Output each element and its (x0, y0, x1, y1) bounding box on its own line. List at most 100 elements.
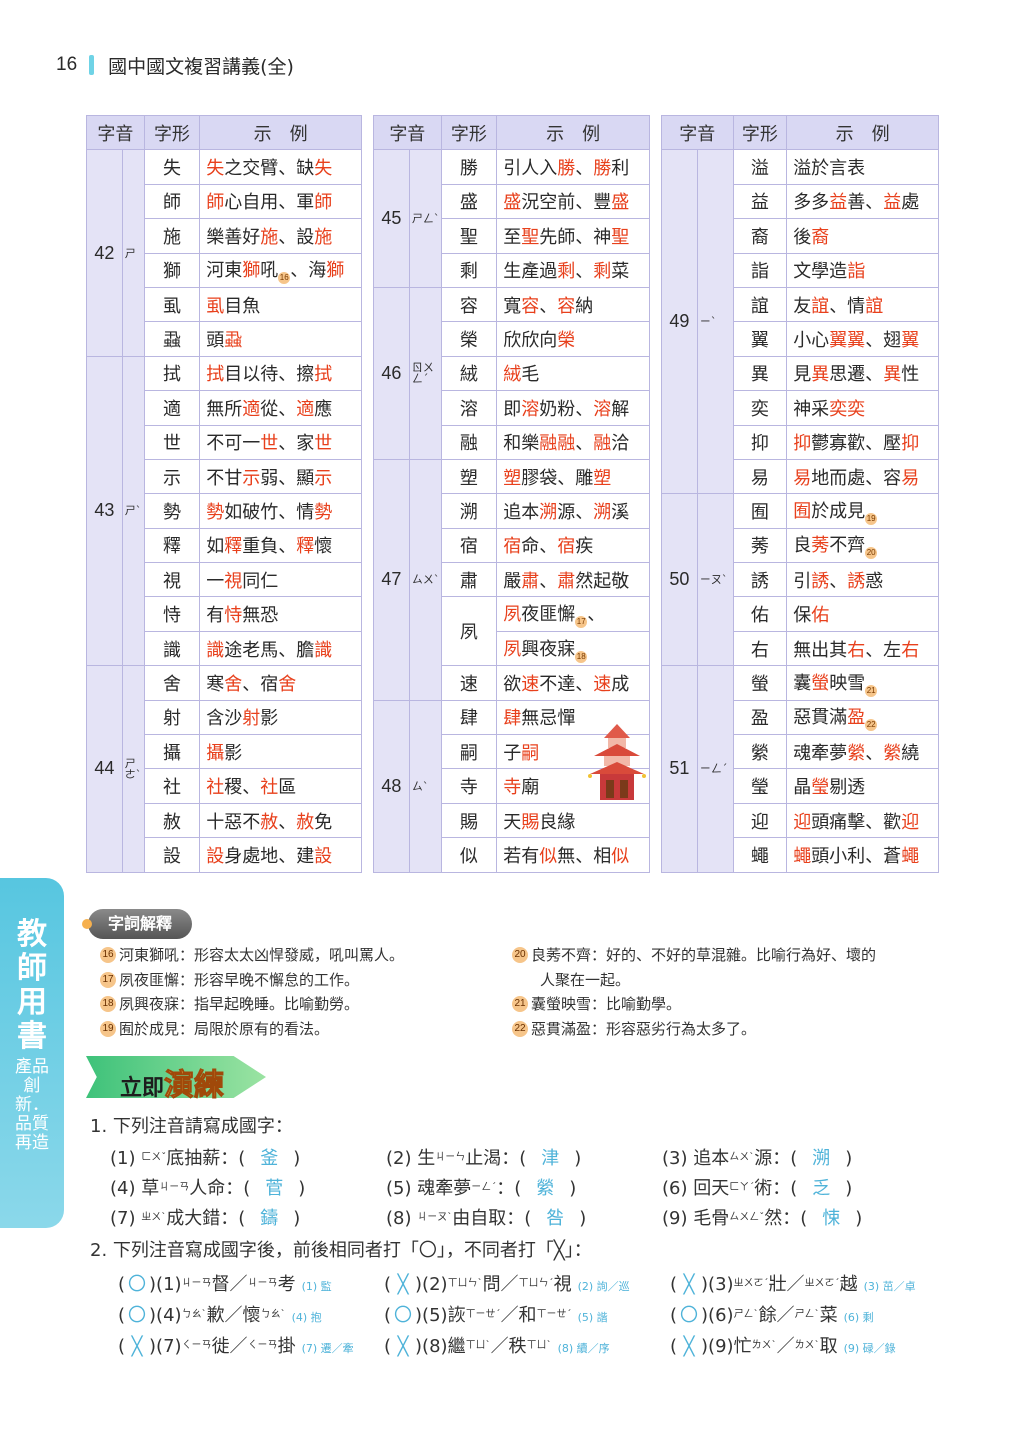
example-text: 不可一 (206, 433, 261, 455)
target-char: 誼 (811, 295, 830, 317)
zhuyin-reading: ㄑㄧㄢ (247, 1340, 278, 1351)
char-form: 速 (440, 665, 498, 701)
q1-item: (9) 毛骨ㄙㄨㄥˇ然：(悚) (662, 1204, 862, 1230)
target-char: 攝 (206, 742, 225, 764)
header-pronunciation: 字音 (661, 114, 734, 151)
zhuyin-reading: ㄅㄠˋ (260, 1309, 286, 1320)
q1-title: 1. 下列注音請寫成國字： (90, 1116, 293, 1137)
char-form: 舍 (143, 665, 201, 701)
target-char: 拭 (206, 364, 225, 386)
example-cell: 囿於成見 19 (786, 493, 939, 529)
example-text: 頭小利、蒼 (811, 845, 902, 867)
example-cell: 攝影 (199, 734, 362, 770)
zhuyin-reading: ㄓㄨˋ (141, 1212, 167, 1223)
group-zhuyin: ㄙㄨˋ (408, 458, 442, 701)
example-text: 映雪 (829, 672, 866, 694)
target-char: 盛 (611, 192, 630, 214)
group-zhuyin: ㄕ (121, 149, 145, 357)
example-cell: 頭蝨 (199, 321, 362, 357)
example-text: 無、相 (557, 845, 612, 867)
target-char: 勢 (314, 501, 333, 523)
example-text: 欣欣向 (503, 330, 558, 352)
q1-stem: ：( (496, 1178, 522, 1199)
example-cell: 嚴肅、肅然起敬 (496, 562, 650, 598)
q2-text: 歉／懷 (206, 1305, 261, 1326)
example-cell: 魂牽夢縈、縈繞 (786, 734, 939, 770)
example-text: 地而處、容 (811, 467, 902, 489)
example-text: 、 (575, 433, 594, 455)
target-char: 示 (314, 467, 333, 489)
zhuyin-reading: ㄐㄧㄢ (181, 1278, 212, 1289)
q2-text: 問／ (482, 1274, 519, 1295)
q2-open: ( (384, 1336, 392, 1357)
target-char: 施 (260, 226, 279, 248)
example-text: 解 (611, 398, 630, 420)
zhuyin-reading: ㄈㄨˇ (141, 1152, 167, 1163)
q1-answer: 鑄 (260, 1208, 279, 1229)
target-char: 螢 (811, 672, 830, 694)
note-ref-badge: 18 (575, 650, 588, 663)
note-number-badge: 16 (100, 947, 116, 963)
target-char: 迎 (901, 811, 920, 833)
q1-item: (6) 回天ㄈㄚˊ術：(乏) (662, 1174, 852, 1200)
target-char: 示 (242, 467, 261, 489)
table-row: 43 ㄕˋ 拭拭目以待、擦拭 (86, 355, 362, 667)
practice-label-big: 演練 (164, 1068, 225, 1104)
example-text: 魂牽夢 (793, 742, 848, 764)
char-form: 溢 (732, 149, 788, 185)
example-text: 剔透 (829, 777, 866, 799)
example-text: 、家 (278, 433, 315, 455)
example-text: 生產過 (503, 261, 558, 283)
target-char: 師 (206, 192, 225, 214)
char-form: 蠅 (732, 837, 788, 873)
group-zhuyin: ㄧㄡˋ (696, 493, 734, 667)
target-char: 益 (883, 192, 902, 214)
target-char: 嗣 (521, 742, 540, 764)
example-text: 影 (260, 708, 279, 730)
practice-label-pre: 立即 (120, 1076, 165, 1101)
q2-text: ／和 (500, 1305, 537, 1326)
example-text: 神采 (793, 398, 830, 420)
example-text: 目以待、擦 (224, 364, 315, 386)
q2-open: ( (118, 1305, 126, 1326)
example-text: 吼 (260, 260, 279, 282)
example-cell: 虱目魚 (199, 286, 362, 323)
example-text: 十惡不 (206, 811, 261, 833)
char-form: 赦 (143, 802, 201, 839)
q2-text: 菜 (819, 1305, 838, 1326)
target-char: 速 (521, 673, 540, 695)
q1-item: (2) 生ㄐㄧㄣ止渴：(津) (386, 1144, 581, 1170)
example-text: 引人入 (503, 158, 558, 180)
char-form: 視 (143, 562, 201, 598)
q2-item: (〇)(1)ㄐㄧㄢ督／ㄐㄧㄢ考 (1) 監 (118, 1270, 338, 1296)
char-form: 示 (143, 458, 201, 495)
example-cell: 追本溯源、溯溪 (496, 493, 650, 529)
q2-mark: ╳ (683, 1336, 695, 1357)
q2-text: 徙／ (211, 1336, 248, 1357)
example-text: 友 (793, 295, 812, 317)
target-char: 師 (314, 192, 333, 214)
q2-item: (╳)(8)繼ㄒㄩˋ／秩ㄒㄩˋ (8) 續／序 (384, 1332, 616, 1358)
zhuyin-reading: ㄓㄨㄛˊ (733, 1278, 769, 1289)
example-cell: 小心翼翼、翅翼 (786, 321, 939, 357)
target-char: 易 (793, 467, 812, 489)
header-divider (89, 55, 95, 75)
vocab-note: 20 良莠不齊：好的、不好的草混雜。比喻行為好、壞的 (512, 943, 932, 968)
example-text: 、 (575, 158, 594, 180)
example-text: 、 (575, 261, 594, 283)
q2-item: (〇)(6)ㄕㄥˋ餘／ㄕㄥˋ菜 (6) 剩 (670, 1301, 880, 1327)
q1-answer: 咎 (546, 1208, 565, 1229)
q2-answer: (3) 茁／卓 (863, 1280, 916, 1293)
q1-item: (1) ㄈㄨˇ底抽薪：(釜) (110, 1144, 300, 1170)
header-character: 字形 (143, 114, 201, 151)
q1-close: ) (574, 1148, 582, 1169)
example-text: 即 (503, 398, 522, 420)
note-number-badge: 19 (100, 1020, 116, 1037)
q1-prefix: (4) 草 (110, 1178, 160, 1199)
pagoda-illustration (588, 724, 646, 800)
q2-item: (╳)(9)忙ㄌㄨˋ／ㄌㄨˋ取 (9) 碌／錄 (670, 1332, 902, 1358)
q2-item: (╳)(7)ㄑㄧㄢ徙／ㄑㄧㄢ掛 (7) 遷／牽 (118, 1332, 360, 1358)
example-text: 毛 (521, 364, 540, 386)
example-text: 不甘 (206, 467, 243, 489)
note-number-badge: 22 (512, 1020, 528, 1037)
